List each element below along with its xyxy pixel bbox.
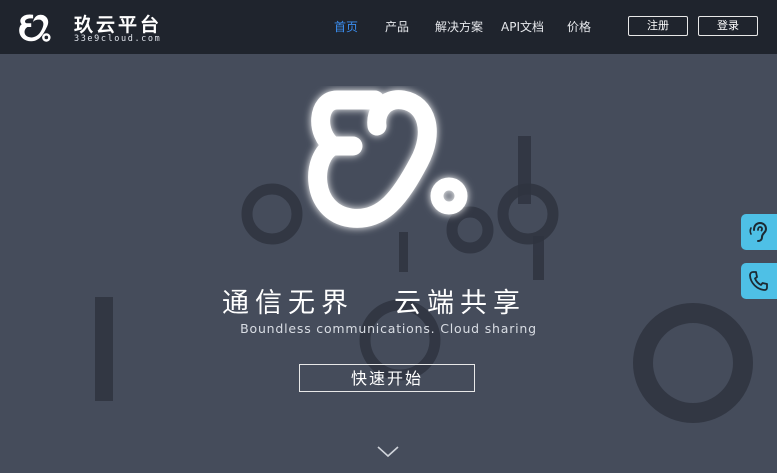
nav-home[interactable]: 首页 bbox=[334, 18, 358, 35]
ear-service-icon bbox=[749, 221, 768, 242]
brand-logo[interactable]: 玖云平台 33e9cloud.com bbox=[16, 9, 166, 47]
brand-subtitle: 33e9cloud.com bbox=[74, 34, 162, 44]
register-button[interactable]: 注册 bbox=[628, 16, 688, 36]
slogan-left: 通信无界 bbox=[222, 288, 354, 319]
phone-contact-button[interactable] bbox=[741, 263, 777, 299]
slogan-right: 云端共享 bbox=[394, 288, 526, 319]
nav-solutions[interactable]: 解决方案 bbox=[435, 18, 483, 35]
brand-title: 玖云平台 bbox=[74, 14, 163, 36]
nav-api-docs[interactable]: API文档 bbox=[501, 18, 544, 35]
chevron-down-icon[interactable] bbox=[376, 445, 400, 459]
phone-icon bbox=[749, 271, 768, 291]
top-navbar: 玖云平台 33e9cloud.com 首页 产品 解决方案 API文档 价格 注… bbox=[0, 0, 777, 54]
hero-logo-icon bbox=[308, 90, 468, 228]
hero-subslogan: Boundless communications. Cloud sharing bbox=[240, 321, 537, 336]
login-button[interactable]: 登录 bbox=[698, 16, 758, 36]
customer-service-button[interactable] bbox=[741, 214, 777, 250]
nav-pricing[interactable]: 价格 bbox=[567, 18, 591, 35]
hero-slogan: 通信无界 云端共享 bbox=[222, 281, 562, 320]
brand-mark-icon bbox=[19, 14, 51, 42]
quick-start-button[interactable]: 快速开始 bbox=[299, 364, 475, 392]
nav-products[interactable]: 产品 bbox=[385, 18, 409, 35]
